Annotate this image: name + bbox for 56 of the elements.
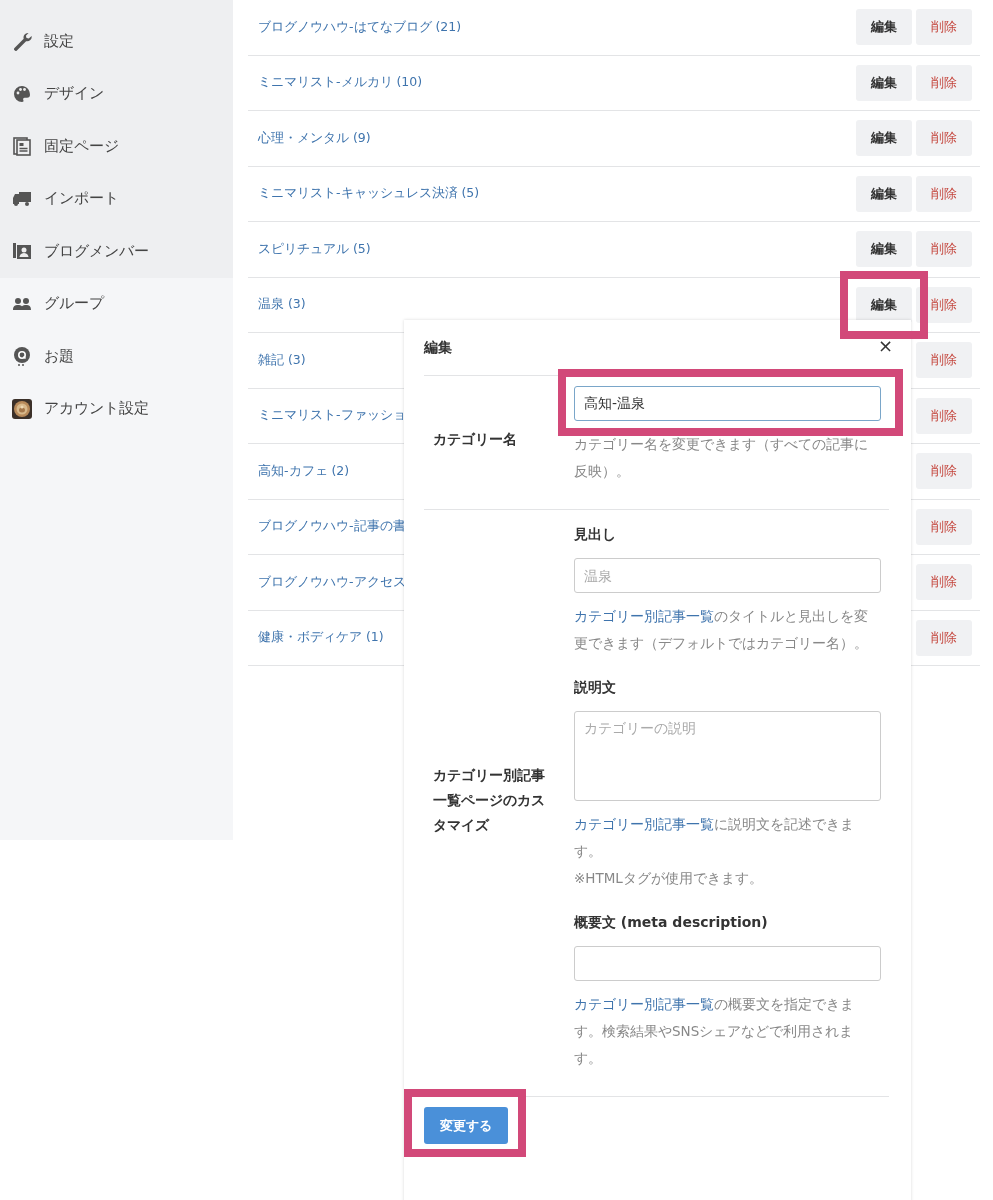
edit-button[interactable]: 編集 [856, 9, 912, 46]
edit-button[interactable]: 編集 [856, 175, 912, 212]
delete-button[interactable]: 削除 [916, 231, 972, 268]
palette-icon [12, 83, 32, 104]
category-link[interactable]: 心理・メンタル (9) [258, 129, 856, 147]
category-link[interactable]: ミニマリスト-メルカリ (10) [258, 74, 856, 92]
sidebar-item[interactable]: グループ [44, 294, 104, 314]
wrench-icon [12, 31, 32, 52]
help-text: カテゴリー別記事一覧のタイトルと見出しを変更できます（デフォルトではカテゴリー名）。 [574, 607, 869, 653]
help-text: カテゴリー名を変更できます（すべての記事に反映）。 [574, 435, 869, 481]
delete-button[interactable]: 削除 [916, 64, 972, 101]
delete-button[interactable]: 削除 [916, 619, 972, 656]
question-bubble-icon [12, 346, 32, 367]
input-field[interactable]: 高知-温泉 [574, 386, 881, 421]
dialog-title: 編集 [424, 338, 452, 357]
category-link[interactable]: 温泉 (3) [258, 296, 856, 314]
help-text: カテゴリー別記事一覧に説明文を記述できます。 [574, 815, 855, 861]
delete-button[interactable]: 削除 [916, 508, 972, 545]
sidebar-item[interactable]: デザイン [44, 84, 104, 104]
field-label: カテゴリー名 [432, 430, 518, 449]
category-link[interactable]: ブログノウハウ-はてなブログ (21) [258, 18, 856, 36]
sidebar-item[interactable]: アカウント設定 [44, 399, 149, 419]
input-field[interactable]: 温泉 [574, 558, 881, 593]
category-list-link[interactable]: カテゴリー別記事一覧 [574, 996, 714, 1012]
delete-button[interactable]: 削除 [916, 9, 972, 46]
field-heading: 説明文 [574, 679, 617, 697]
category-list-link[interactable]: カテゴリー別記事一覧 [574, 608, 714, 624]
sidebar-item[interactable]: 設定 [44, 31, 74, 51]
document-icon [12, 136, 32, 157]
textarea-field[interactable]: カテゴリーの説明 [574, 711, 881, 801]
sidebar-item[interactable]: お題 [44, 346, 74, 366]
delete-button[interactable]: 削除 [916, 175, 972, 212]
edit-button[interactable]: 編集 [856, 231, 912, 268]
field-label: カテゴリー別記事一覧ページのカスタマイズ [432, 765, 546, 835]
delete-button[interactable]: 削除 [916, 564, 972, 601]
delete-button[interactable]: 削除 [916, 397, 972, 434]
help-text: カテゴリー別記事一覧の概要文を指定できます。検索結果やSNSシェアなどで利用されます。 [574, 995, 855, 1068]
member-card-icon [12, 241, 32, 262]
delete-button[interactable]: 削除 [916, 342, 972, 379]
category-link[interactable]: ミニマリスト-キャッシュレス決済 (5) [258, 185, 856, 203]
close-button[interactable]: × [877, 335, 893, 356]
field-heading: 見出し [574, 526, 617, 544]
category-link[interactable]: スピリチュアル (5) [258, 240, 856, 258]
field-heading: 概要文 (meta description) [574, 914, 769, 932]
edit-button[interactable]: 編集 [856, 120, 912, 157]
delete-button[interactable]: 削除 [916, 120, 972, 157]
sidebar-item[interactable]: 固定ページ [44, 136, 119, 156]
delete-button[interactable]: 削除 [916, 453, 972, 490]
category-list-link[interactable]: カテゴリー別記事一覧 [574, 816, 714, 832]
edit-button[interactable]: 編集 [856, 286, 912, 323]
edit-button[interactable]: 編集 [856, 64, 912, 101]
help-text: ※HTMLタグが使用できます。 [574, 869, 764, 888]
submit-button[interactable]: 変更する [424, 1107, 508, 1144]
sidebar-item[interactable]: ブログメンバー [44, 241, 149, 261]
input-field[interactable] [574, 946, 881, 981]
sidebar-item[interactable]: インポート [44, 189, 119, 209]
